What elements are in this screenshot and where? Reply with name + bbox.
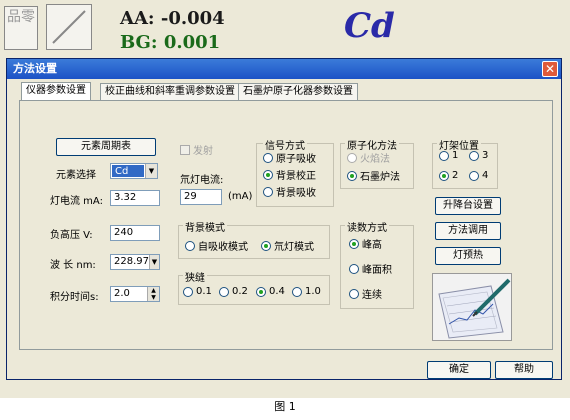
lamp-current-label: 灯电流 mA: xyxy=(50,196,103,207)
slit-group: 狭缝 0.1 0.2 0.4 1.0 xyxy=(178,269,330,305)
wavelength-label: 波 长 nm: xyxy=(50,260,96,271)
radio-flame[interactable]: 火焰法 xyxy=(347,150,390,165)
background-mode-legend: 背景模式 xyxy=(183,219,227,234)
radio-lamp-3[interactable]: 3 xyxy=(469,150,488,161)
lift-settings-button[interactable]: 升降台设置 xyxy=(435,197,501,215)
element-symbol: Cd xyxy=(344,6,395,46)
lamp-position-group: 灯架位置 1 3 2 4 xyxy=(432,137,498,189)
tab-instrument-params[interactable]: 仪器参数设置 xyxy=(21,82,91,102)
radio-background-correction[interactable]: 背景校正 xyxy=(263,167,316,182)
negative-hv-label: 负高压 V: xyxy=(50,230,93,241)
lamp-preheat-button[interactable]: 灯预热 xyxy=(435,247,501,265)
element-label: 元素选择 xyxy=(56,170,96,181)
toolbar-zero-button[interactable]: 品零 xyxy=(4,6,38,50)
radio-slit-0-1[interactable]: 0.1 xyxy=(183,286,212,297)
negative-hv-input[interactable]: 240 xyxy=(110,225,160,241)
chevron-down-icon[interactable]: ▼ xyxy=(145,164,157,178)
signal-mode-group: 信号方式 原子吸收 背景校正 背景吸收 xyxy=(256,137,334,207)
radio-slit-1-0[interactable]: 1.0 xyxy=(292,286,321,297)
bg-readout: BG: 0.001 xyxy=(120,32,221,53)
tab-calibration-curve[interactable]: 校正曲线和斜率重调参数设置 xyxy=(100,83,240,101)
radio-graphite-furnace[interactable]: 石墨炉法 xyxy=(347,168,400,183)
integration-time-label: 积分时间s: xyxy=(50,292,99,303)
document-pen-icon xyxy=(438,278,511,339)
radio-self-absorption[interactable]: 自吸收模式 xyxy=(185,238,248,253)
radio-background-absorption[interactable]: 背景吸收 xyxy=(263,184,316,199)
radio-lamp-2[interactable]: 2 xyxy=(439,170,458,181)
element-select-value: Cd xyxy=(112,165,144,177)
atomization-group: 原子化方法 火焰法 石墨炉法 xyxy=(340,137,414,189)
dialog-titlebar[interactable]: 方法设置 xyxy=(7,59,561,79)
integration-time-value: 2.0 xyxy=(114,288,130,299)
radio-lamp-4[interactable]: 4 xyxy=(469,170,488,181)
instrument-params-panel: 元素周期表 元素选择 Cd ▼ 灯电流 mA: 3.32 负高压 V: 240 … xyxy=(19,100,553,350)
radio-atomic-absorption[interactable]: 原子吸收 xyxy=(263,150,316,165)
chart-illustration xyxy=(432,273,512,341)
lamp-current-input[interactable]: 3.32 xyxy=(110,190,160,206)
emission-checkbox[interactable]: 发射 xyxy=(180,142,213,157)
close-icon[interactable]: ✕ xyxy=(542,61,558,77)
wavelength-select-value: 228.97 xyxy=(114,256,149,267)
read-mode-legend: 读数方式 xyxy=(345,219,389,234)
dialog-title: 方法设置 xyxy=(13,62,57,75)
method-load-button[interactable]: 方法调用 xyxy=(435,222,501,240)
aa-readout: AA: -0.004 xyxy=(120,8,225,29)
wavelength-select[interactable]: 228.97 ▼ xyxy=(110,254,160,270)
tab-graphite-furnace[interactable]: 石墨炉原子化器参数设置 xyxy=(238,83,358,101)
deuterium-unit: (mA) xyxy=(228,191,253,202)
radio-deuterium-mode[interactable]: 氘灯模式 xyxy=(261,238,314,253)
help-button[interactable]: 帮助 xyxy=(495,361,553,379)
background-mode-group: 背景模式 自吸收模式 氘灯模式 xyxy=(178,219,330,259)
radio-continuous[interactable]: 连续 xyxy=(349,286,382,301)
radio-slit-0-2[interactable]: 0.2 xyxy=(219,286,248,297)
checkbox-box xyxy=(180,144,190,155)
chevron-down-icon[interactable]: ▼ xyxy=(149,255,159,269)
element-select[interactable]: Cd ▼ xyxy=(110,163,158,179)
ok-button[interactable]: 确定 xyxy=(427,361,491,379)
signal-graph-button[interactable] xyxy=(46,4,92,50)
integration-time-stepper[interactable]: 2.0 ▲ ▼ xyxy=(110,286,160,302)
deuterium-current-label: 氘灯电流: xyxy=(180,175,224,186)
radio-peak-area[interactable]: 峰面积 xyxy=(349,261,392,276)
read-mode-group: 读数方式 峰高 峰面积 连续 xyxy=(340,219,414,309)
deuterium-current-input[interactable]: 29 xyxy=(180,189,222,205)
periodic-table-button[interactable]: 元素周期表 xyxy=(56,138,156,156)
emission-label: 发射 xyxy=(193,146,213,157)
radio-slit-0-4[interactable]: 0.4 xyxy=(256,286,285,297)
slit-legend: 狭缝 xyxy=(183,269,207,284)
graph-icon xyxy=(52,10,86,44)
radio-peak-height[interactable]: 峰高 xyxy=(349,236,382,251)
method-settings-dialog: 方法设置 ✕ 仪器参数设置 校正曲线和斜率重调参数设置 石墨炉原子化器参数设置 … xyxy=(6,58,562,380)
spin-arrows-icon[interactable]: ▲ ▼ xyxy=(147,287,159,301)
radio-lamp-1[interactable]: 1 xyxy=(439,150,458,161)
figure-caption: 图 1 xyxy=(274,400,296,413)
